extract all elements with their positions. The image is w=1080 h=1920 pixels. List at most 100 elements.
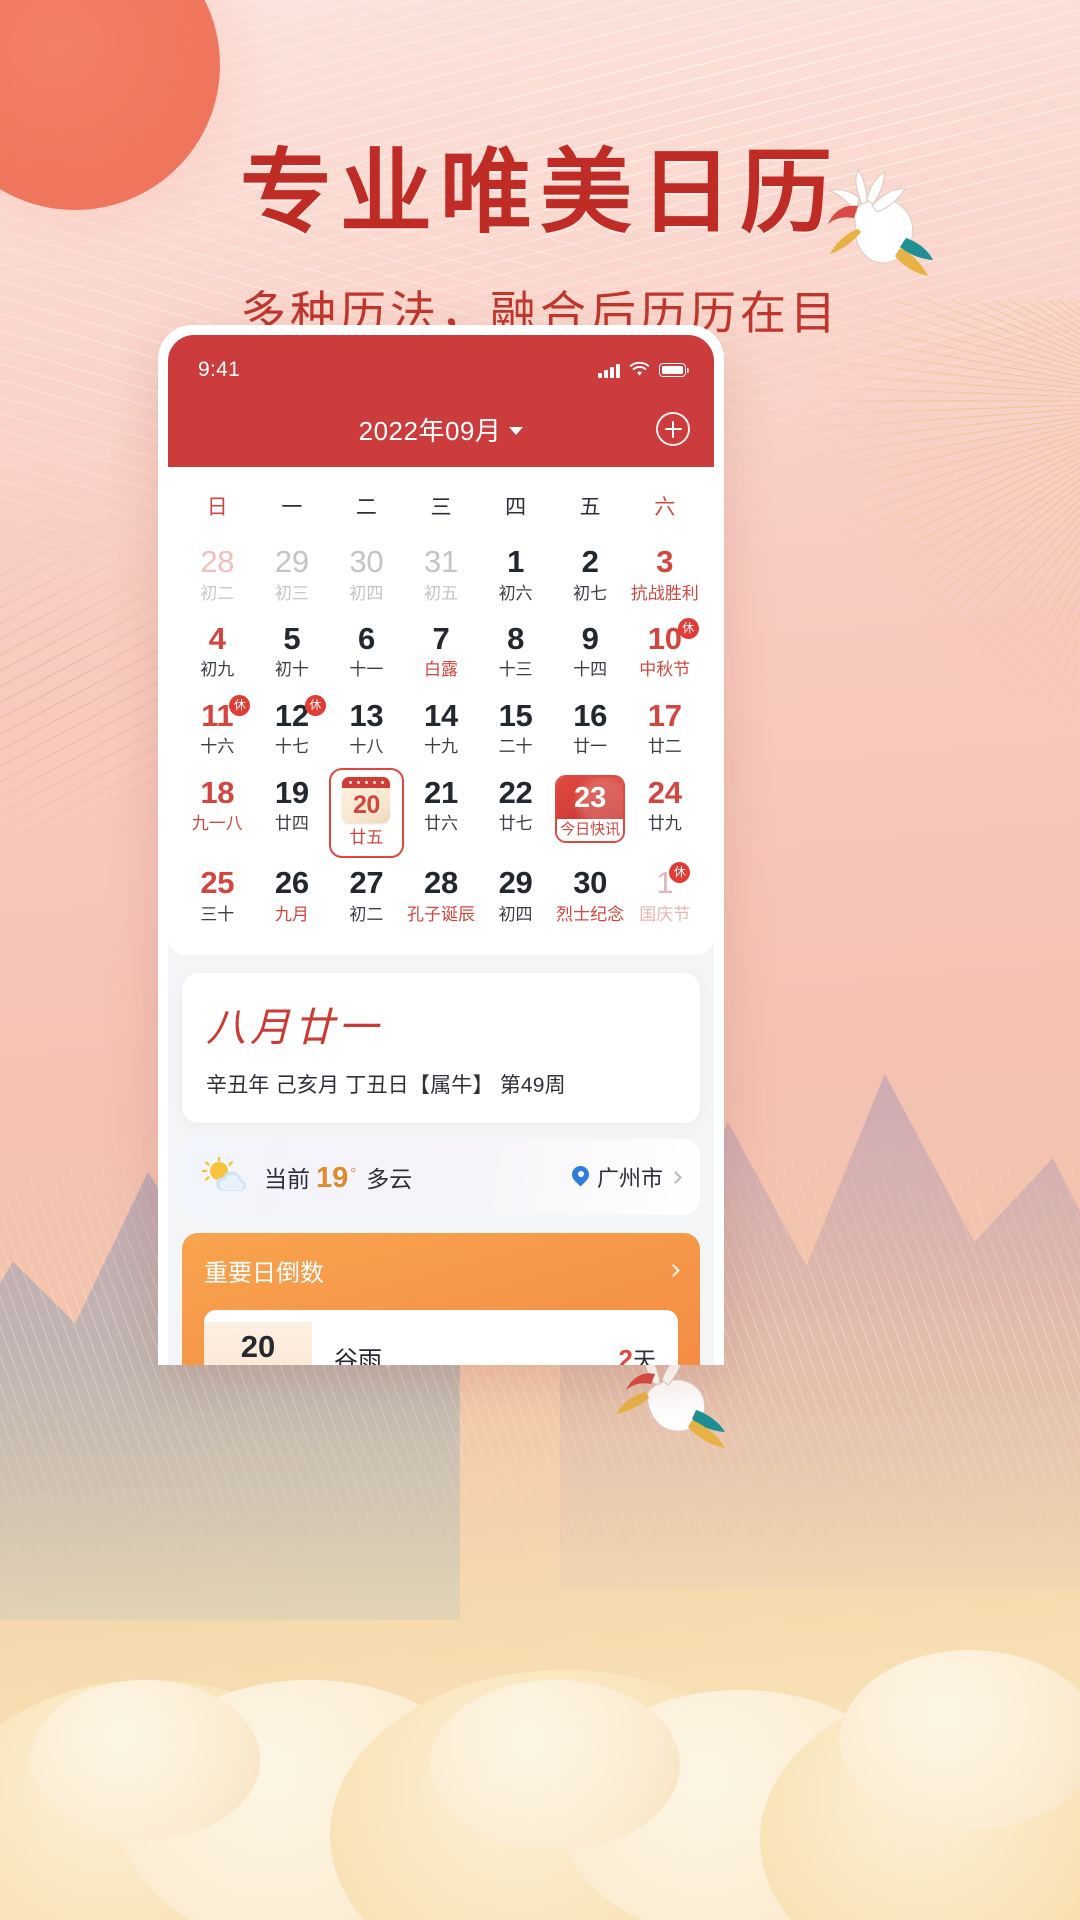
calendar-day-cell[interactable]: 25 三十 <box>180 858 255 935</box>
calendar-day-number: 8 <box>507 620 525 656</box>
calendar-day-cell[interactable]: 11 休十六 <box>180 691 255 768</box>
calendar-day-cell[interactable]: 28 初二 <box>180 537 255 614</box>
countdown-header[interactable]: 重要日倒数 <box>204 1253 680 1288</box>
today-highlight: 23 今日快讯 <box>555 774 626 843</box>
weekday-header-6: 六 <box>654 496 676 519</box>
calendar-day-number: 14 <box>424 697 458 733</box>
calendar-day-cell[interactable]: 29 初四 <box>478 858 553 935</box>
calendar-day-cell[interactable]: 30 初四 <box>329 537 404 614</box>
calendar-day-cell[interactable]: 10 休中秋节 <box>627 614 702 691</box>
calendar-day-cell[interactable]: 12 休十七 <box>255 691 330 768</box>
calendar-day-cell[interactable]: 23 今日快讯 <box>553 768 628 858</box>
weekday-header-2: 二 <box>355 496 377 519</box>
calendar-day-sublabel: 九月 <box>274 904 309 924</box>
calendar-day-number: 7 <box>432 620 450 656</box>
calendar-day-cell[interactable]: 6 十一 <box>329 614 404 691</box>
add-event-button[interactable] <box>656 412 690 446</box>
calendar-day-cell[interactable]: 7 白露 <box>404 614 479 691</box>
countdown-item-name: 谷雨 <box>334 1347 382 1365</box>
calendar-day-number: 19 <box>274 774 309 810</box>
rest-day-badge: 休 <box>677 617 699 639</box>
calendar-week-row: 11 休十六 12 休十七 13 十八 14 十九 15 二十 16 廿一 17 廿二 <box>180 691 702 768</box>
app-screen: 9:41 2022年09月 日一二三四五六 28 初二 29 初三 30 初四 … <box>168 335 714 1365</box>
rest-day-badge: 休 <box>229 694 251 716</box>
calendar-day-cell[interactable]: 2 初七 <box>553 537 628 614</box>
calendar-day-cell[interactable]: 31 初五 <box>404 537 479 614</box>
calendar-emoji-icon: 20 <box>342 776 391 823</box>
weather-row[interactable]: 当前 19 ° 多云 广州市 <box>182 1139 700 1216</box>
weather-location[interactable]: 广州市 <box>572 1161 682 1193</box>
calendar-day-sublabel: 初三 <box>274 583 309 603</box>
calendar-day-cell[interactable]: 28 孔子诞辰 <box>404 858 479 935</box>
calendar-day-cell[interactable]: 1 休国庆节 <box>627 858 702 935</box>
calendar-day-cell[interactable]: 4 初九 <box>180 614 255 691</box>
calendar-day-number: 10 休 <box>648 617 699 656</box>
rest-day-badge: 休 <box>669 862 691 884</box>
calendar-grid: 28 初二 29 初三 30 初四 31 初五 1 初六 2 初七 3 抗战胜利 4 初九 5 初十 6 十一 7 白露 8… <box>180 537 702 935</box>
calendar-day-cell[interactable]: 29 初三 <box>255 537 330 614</box>
lunar-date-title: 八月廿一 <box>206 1005 382 1052</box>
calendar-day-cell[interactable]: 20 廿五 <box>329 767 404 859</box>
sun-cloud-icon <box>201 1156 250 1197</box>
calendar-day-cell[interactable]: 24 廿九 <box>627 768 702 858</box>
calendar-day-sublabel: 国庆节 <box>639 904 691 924</box>
lunar-info-card[interactable]: 八月廿一 辛丑年 己亥月 丁丑日【属牛】 第49周 <box>182 973 700 1124</box>
calendar-day-sublabel: 十九 <box>423 737 458 757</box>
calendar-day-sublabel: 初四 <box>498 904 533 924</box>
calendar-day-sublabel: 廿七 <box>498 814 533 834</box>
calendar-day-number: 1 <box>507 544 525 579</box>
calendar-day-sublabel: 初十 <box>274 660 309 680</box>
weekday-header-row: 日一二三四五六 <box>180 481 702 533</box>
calendar-day-number: 15 <box>498 697 533 733</box>
cloud-band <box>0 1450 1080 1920</box>
countdown-item-remaining: 2天 <box>619 1341 656 1365</box>
lunar-date-detail: 辛丑年 己亥月 丁丑日【属牛】 第49周 <box>206 1074 566 1098</box>
calendar-day-cell[interactable]: 5 初十 <box>255 614 330 691</box>
calendar-day-sublabel: 二十 <box>498 737 533 757</box>
calendar-day-sublabel: 廿五 <box>349 827 384 847</box>
calendar-day-cell[interactable]: 1 初六 <box>478 537 553 614</box>
calendar-day-cell[interactable]: 18 九一八 <box>180 768 255 858</box>
calendar-day-cell[interactable]: 22 廿七 <box>478 768 553 858</box>
month-title: 2022年09月 <box>358 415 502 446</box>
month-selector[interactable]: 2022年09月 <box>359 411 524 448</box>
calendar-day-sublabel: 中秋节 <box>639 660 691 680</box>
calendar-day-number: 30 <box>349 544 384 579</box>
calendar-day-number: 9 <box>581 620 599 656</box>
weather-city: 广州市 <box>596 1166 663 1192</box>
status-bar: 9:41 <box>168 335 714 391</box>
calendar-day-cell[interactable]: 30 烈士纪念 <box>553 858 628 935</box>
calendar-day-cell[interactable]: 26 九月 <box>255 858 330 935</box>
calendar-day-cell[interactable]: 8 十三 <box>478 614 553 691</box>
calendar-day-number: 17 <box>647 697 682 733</box>
calendar-day-sublabel: 廿一 <box>573 737 608 757</box>
calendar-day-number: 23 <box>557 776 624 819</box>
calendar-week-row: 4 初九 5 初十 6 十一 7 白露 8 十三 9 十四 10 休中秋节 <box>180 614 702 691</box>
calendar-day-cell[interactable]: 15 二十 <box>478 691 553 768</box>
calendar-day-cell[interactable]: 27 初二 <box>329 858 404 935</box>
calendar-day-cell[interactable]: 13 十八 <box>329 691 404 768</box>
countdown-title: 重要日倒数 <box>204 1260 324 1288</box>
calendar-day-sublabel: 初二 <box>200 583 235 603</box>
cellular-signal-icon <box>598 363 620 378</box>
calendar-day-sublabel: 十一 <box>349 660 384 680</box>
status-icons <box>598 362 689 378</box>
calendar-day-cell[interactable]: 9 十四 <box>553 614 628 691</box>
countdown-item-unit: 天 <box>633 1346 656 1365</box>
weekday-header-5: 五 <box>579 496 601 519</box>
calendar-day-cell[interactable]: 19 廿四 <box>255 768 330 858</box>
calendar-day-sublabel: 廿四 <box>274 814 309 834</box>
weather-text: 当前 19 ° 多云 <box>264 1160 412 1195</box>
calendar-day-cell[interactable]: 21 廿六 <box>404 768 479 858</box>
rest-day-badge: 休 <box>304 694 326 716</box>
calendar-day-sublabel: 白露 <box>423 660 458 680</box>
calendar-day-sublabel: 九一八 <box>191 814 243 834</box>
calendar-day-cell[interactable]: 14 十九 <box>404 691 479 768</box>
calendar-day-cell[interactable]: 3 抗战胜利 <box>627 537 702 614</box>
countdown-item[interactable]: 20 4月 谷雨 2天 <box>204 1310 678 1365</box>
calendar-day-sublabel: 初五 <box>423 583 458 603</box>
calendar-day-cell[interactable]: 17 廿二 <box>627 691 702 768</box>
calendar-day-cell[interactable]: 16 廿一 <box>553 691 628 768</box>
calendar-day-number: 20 <box>353 790 380 819</box>
calendar-day-sublabel: 十四 <box>573 660 608 680</box>
